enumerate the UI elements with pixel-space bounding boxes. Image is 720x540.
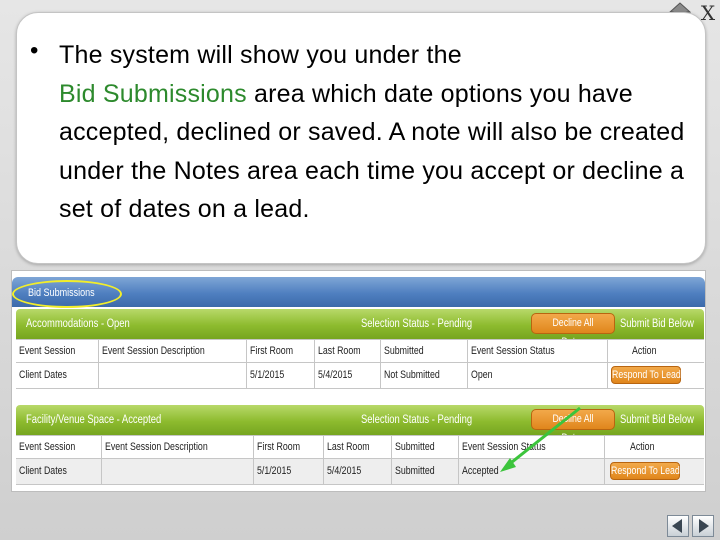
- submitted-cell: Submitted: [391, 459, 458, 484]
- bullet-text-start: The system will show you under the: [59, 41, 462, 69]
- facility-venue-panel: Facility/Venue Space - Accepted Selectio…: [16, 405, 704, 485]
- header-cell: Event Session Description: [98, 340, 246, 362]
- table-header-row: Event Session Event Session Description …: [16, 339, 704, 363]
- bullet-symbol: •: [30, 37, 39, 64]
- first-room-cell: 5/1/2015: [246, 363, 314, 388]
- panel-header-bar: Facility/Venue Space - Accepted Selectio…: [16, 405, 704, 444]
- header-cell: Submitted: [380, 340, 467, 362]
- panel-title: Accommodations - Open: [26, 318, 130, 330]
- header-cell: First Room: [253, 436, 323, 458]
- submit-bid-label: Submit Bid Below: [620, 318, 694, 330]
- status-cell: Open: [467, 363, 607, 388]
- submit-bid-label: Submit Bid Below: [620, 414, 694, 426]
- header-cell: Last Room: [323, 436, 391, 458]
- event-session-cell: Client Dates: [19, 465, 67, 477]
- status-cell: Accepted: [458, 459, 604, 484]
- first-room-cell: 5/1/2015: [253, 459, 323, 484]
- last-room-cell: 5/4/2015: [314, 363, 380, 388]
- next-slide-icon[interactable]: [692, 515, 714, 537]
- submitted-cell: Not Submitted: [380, 363, 467, 388]
- action-cell: Respond To Lead: [607, 363, 704, 388]
- accommodations-panel: Accommodations - Open Selection Status -…: [16, 309, 704, 389]
- header-cell: Event Session: [19, 345, 76, 357]
- submit-bid-below-link[interactable]: Submit Bid Below: [620, 414, 710, 426]
- previous-slide-icon[interactable]: [667, 515, 689, 537]
- action-cell: Respond To Lead: [604, 459, 704, 484]
- highlight-ring: [12, 280, 122, 308]
- table-header-row: Event Session Event Session Description …: [16, 435, 704, 459]
- bid-submissions-highlight: Bid Submissions: [59, 79, 247, 108]
- panel-title: Facility/Venue Space - Accepted: [26, 414, 162, 426]
- table-row[interactable]: Client Dates 5/1/2015 5/4/2015 Submitted…: [16, 459, 704, 485]
- bid-submissions-screenshot: Bid Submissions Accommodations - Open Se…: [11, 270, 706, 492]
- header-cell: Event Session Status: [458, 436, 604, 458]
- header-cell: Action: [607, 340, 704, 362]
- header-cell: Submitted: [391, 436, 458, 458]
- description-cell: [98, 363, 246, 388]
- sessions-table: Event Session Event Session Description …: [16, 339, 704, 389]
- event-session-cell: Client Dates: [19, 369, 67, 381]
- header-cell: Event Session Status: [467, 340, 607, 362]
- header-cell: Event Session Description: [101, 436, 253, 458]
- header-cell: Action: [604, 436, 704, 458]
- submit-bid-below-link[interactable]: Submit Bid Below: [620, 318, 710, 330]
- decline-all-dates-button[interactable]: Decline All Dates: [531, 313, 615, 348]
- description-cell: [101, 459, 253, 484]
- header-cell: First Room: [246, 340, 314, 362]
- header-cell: Event Session: [19, 441, 76, 453]
- table-row[interactable]: Client Dates 5/1/2015 5/4/2015 Not Submi…: [16, 363, 704, 389]
- panel-header-bar: Accommodations - Open Selection Status -…: [16, 309, 704, 348]
- bullet-text: The system will show you under the Bid Su…: [59, 36, 704, 229]
- respond-to-lead-button[interactable]: Respond To Lead: [610, 462, 680, 480]
- sessions-table: Event Session Event Session Description …: [16, 435, 704, 485]
- header-cell: Last Room: [314, 340, 380, 362]
- selection-status: Selection Status - Pending: [361, 414, 473, 426]
- decline-all-dates-button[interactable]: Decline All Dates: [531, 409, 615, 444]
- respond-to-lead-button[interactable]: Respond To Lead: [611, 366, 681, 384]
- selection-status: Selection Status - Pending: [361, 318, 473, 330]
- last-room-cell: 5/4/2015: [323, 459, 391, 484]
